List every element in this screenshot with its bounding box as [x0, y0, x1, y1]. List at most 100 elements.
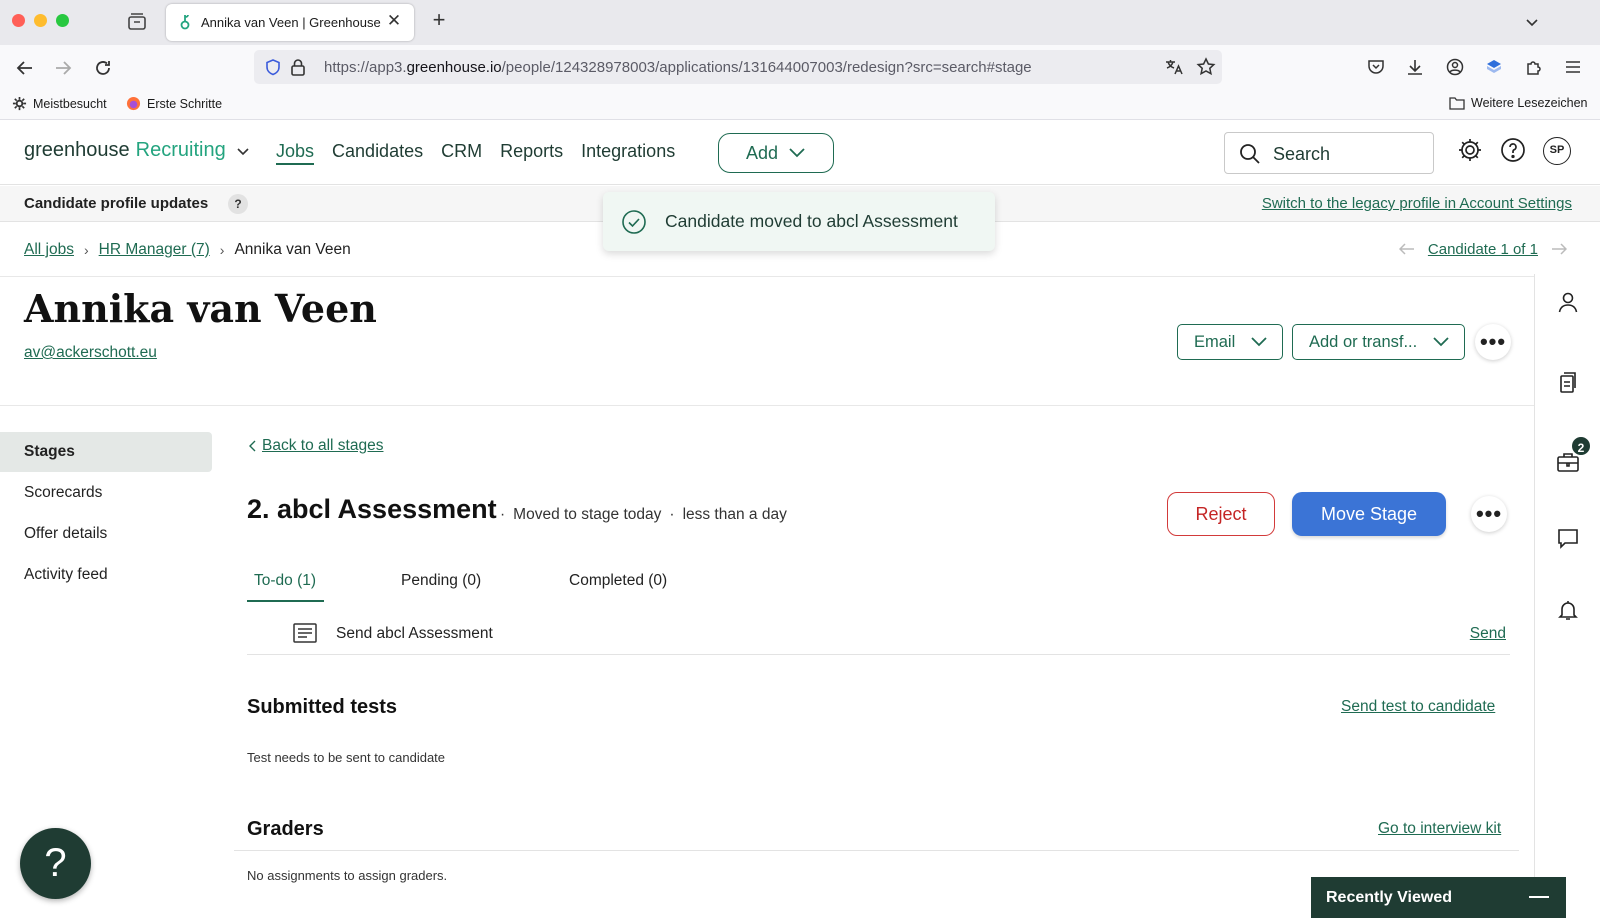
briefcase-count-badge: 2	[1570, 435, 1592, 457]
browser-tab[interactable]: Annika van Veen | Greenhouse ✕	[166, 4, 414, 41]
bell-icon[interactable]	[1556, 598, 1580, 622]
side-nav-stages[interactable]: Stages	[0, 432, 212, 472]
extension-shield-icon[interactable]	[1484, 57, 1504, 77]
comment-icon[interactable]	[1556, 526, 1580, 550]
banner-help-button[interactable]: ?	[228, 194, 248, 214]
bookmark-meistbesucht[interactable]: Meistbesucht	[12, 96, 107, 111]
send-assessment-link[interactable]: Send	[1470, 625, 1506, 643]
submitted-tests-note: Test needs to be sent to candidate	[247, 750, 446, 765]
pocket-icon[interactable]	[1366, 57, 1386, 77]
side-nav-scorecards[interactable]: Scorecards	[0, 473, 212, 513]
breadcrumb: All jobs › HR Manager (7) › Annika van V…	[24, 241, 351, 259]
help-fab-button[interactable]: ?	[20, 828, 91, 899]
minimize-icon[interactable]	[1529, 896, 1549, 898]
prev-candidate-icon[interactable]	[1394, 236, 1420, 262]
toast-message: Candidate moved to abcl Assessment	[665, 211, 958, 231]
candidate-more-options-button[interactable]: •••	[1475, 324, 1511, 360]
email-button[interactable]: Email	[1177, 324, 1283, 360]
main-nav: Jobs Candidates CRM Reports Integrations	[276, 141, 675, 165]
chevron-down-icon[interactable]	[1522, 12, 1542, 32]
brand-logo[interactable]: greenhouse Recruiting	[24, 139, 250, 162]
new-tab-icon[interactable]: +	[428, 9, 450, 31]
interview-kit-link[interactable]: Go to interview kit	[1378, 820, 1501, 838]
legacy-profile-link[interactable]: Switch to the legacy profile in Account …	[1262, 195, 1572, 212]
back-to-stages-link[interactable]: Back to all stages	[248, 437, 383, 455]
bookmark-other[interactable]: Weitere Lesezeichen	[1449, 96, 1588, 110]
candidate-name: Annika van Veen	[24, 286, 377, 331]
translate-icon[interactable]	[1164, 57, 1184, 77]
active-tab-underline	[247, 600, 324, 602]
firefox-icon	[126, 96, 141, 111]
breadcrumb-current: Annika van Veen	[234, 241, 351, 258]
check-circle-icon	[622, 210, 646, 234]
nav-candidates[interactable]: Candidates	[332, 141, 423, 165]
tab-title: Annika van Veen | Greenhouse	[201, 15, 381, 30]
browser-nav-bar: https://app3.greenhouse.io/people/124328…	[0, 45, 1600, 89]
folder-icon	[1449, 97, 1465, 110]
tab-todo[interactable]: To-do (1)	[254, 572, 316, 590]
app-header: greenhouse Recruiting Jobs Candidates CR…	[0, 121, 1600, 185]
candidate-pager: Candidate 1 of 1	[1394, 236, 1572, 262]
chevron-down-icon	[1433, 337, 1449, 347]
back-arrow-icon[interactable]	[14, 57, 36, 79]
menu-icon[interactable]	[1563, 57, 1583, 77]
close-window-button[interactable]	[12, 14, 25, 27]
shield-icon[interactable]	[264, 58, 282, 76]
download-icon[interactable]	[1405, 57, 1425, 77]
nav-integrations[interactable]: Integrations	[581, 141, 675, 165]
extensions-puzzle-icon[interactable]	[1524, 57, 1544, 77]
recently-viewed-title: Recently Viewed	[1326, 889, 1452, 906]
documents-icon[interactable]	[1556, 370, 1580, 394]
minimize-window-button[interactable]	[34, 14, 47, 27]
side-nav-offer-details[interactable]: Offer details	[0, 514, 212, 554]
reject-button[interactable]: Reject	[1167, 492, 1275, 536]
todo-text: Send abcl Assessment	[336, 625, 493, 642]
help-circle-icon[interactable]	[1500, 137, 1526, 163]
bookmarks-bar: Meistbesucht Erste Schritte Weitere Lese…	[0, 89, 1600, 120]
tab-overview-icon[interactable]	[126, 11, 148, 33]
star-icon[interactable]	[1196, 57, 1216, 77]
bookmark-erste-schritte[interactable]: Erste Schritte	[126, 96, 222, 111]
breadcrumb-job[interactable]: HR Manager (7)	[99, 241, 210, 259]
stage-duration: less than a day	[682, 506, 787, 523]
stage-title: 2. abcl Assessment	[247, 494, 497, 524]
chevron-right-icon: ›	[219, 242, 225, 258]
add-or-transfer-button[interactable]: Add or transf...	[1292, 324, 1465, 360]
gear-icon	[12, 96, 27, 111]
graders-note: No assignments to assign graders.	[247, 868, 448, 883]
next-candidate-icon[interactable]	[1546, 236, 1572, 262]
reload-icon[interactable]	[92, 57, 114, 79]
divider	[0, 276, 1534, 277]
profile-side-nav: Stages Scorecards Offer details Activity…	[0, 432, 212, 595]
tab-completed[interactable]: Completed (0)	[569, 572, 667, 590]
stage-more-options-button[interactable]: •••	[1471, 496, 1507, 532]
forward-arrow-icon[interactable]	[52, 57, 74, 79]
candidate-position[interactable]: Candidate 1 of 1	[1428, 241, 1538, 258]
side-nav-activity-feed[interactable]: Activity feed	[0, 555, 212, 595]
account-icon[interactable]	[1445, 57, 1465, 77]
add-button[interactable]: Add	[718, 133, 834, 173]
move-stage-button[interactable]: Move Stage	[1292, 492, 1446, 536]
stage-meta: · Moved to stage today · less than a day	[500, 506, 787, 523]
nav-reports[interactable]: Reports	[500, 141, 563, 165]
breadcrumb-all-jobs[interactable]: All jobs	[24, 241, 74, 259]
settings-gear-icon[interactable]	[1457, 137, 1483, 163]
recently-viewed-panel[interactable]: Recently Viewed	[1311, 877, 1566, 918]
nav-jobs[interactable]: Jobs	[276, 141, 315, 165]
search-input[interactable]: Search	[1224, 132, 1434, 174]
nav-crm[interactable]: CRM	[441, 141, 482, 165]
url-bar[interactable]: https://app3.greenhouse.io/people/124328…	[254, 50, 1222, 84]
candidate-email[interactable]: av@ackerschott.eu	[24, 344, 157, 362]
graders-title: Graders	[247, 818, 324, 840]
document-lines-icon	[293, 623, 317, 643]
zoom-window-button[interactable]	[56, 14, 69, 27]
tab-close-icon[interactable]: ✕	[385, 12, 403, 30]
avatar[interactable]: SP	[1543, 137, 1571, 165]
send-test-link[interactable]: Send test to candidate	[1341, 698, 1495, 716]
submitted-tests-title: Submitted tests	[247, 696, 398, 718]
stage-moved-text: Moved to stage today	[513, 506, 662, 523]
lock-icon[interactable]	[290, 58, 306, 76]
tab-pending[interactable]: Pending (0)	[401, 572, 481, 590]
url-text: https://app3.greenhouse.io/people/124328…	[324, 59, 1032, 76]
person-icon[interactable]	[1556, 290, 1580, 314]
